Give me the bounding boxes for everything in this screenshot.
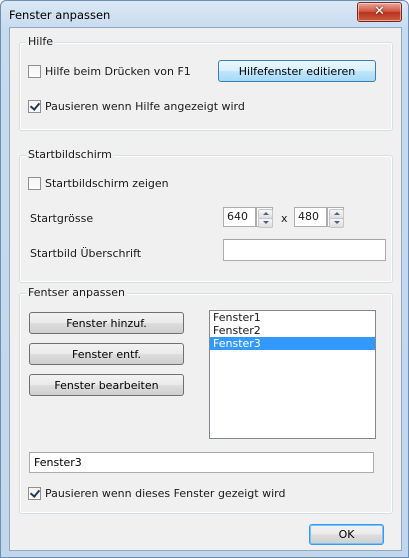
start-height-value[interactable]: 480: [294, 207, 327, 227]
edit-window-button[interactable]: Fenster bearbeiten: [29, 374, 184, 396]
startscreen-show-checkbox-row[interactable]: Startbildschirm zeigen: [28, 177, 169, 190]
window-title: Fenster anpassen: [9, 8, 111, 22]
start-size-label: Startgrösse: [30, 212, 94, 225]
startscreen-group: Startbildschirm Startbildschirm zeigen S…: [19, 148, 393, 283]
help-pause-checkbox-label[interactable]: Pausieren wenn Hilfe angezeigt wird: [45, 100, 245, 113]
windows-group-legend: Fentser anpassen: [26, 286, 127, 299]
dialog-window: Fenster anpassen ✕ Hilfe Hilfe beim Drüc…: [0, 0, 409, 558]
remove-window-button[interactable]: Fenster entf.: [29, 343, 184, 365]
edit-help-window-button[interactable]: Hilfefenster editieren: [218, 60, 376, 82]
close-icon: ✕: [374, 4, 385, 19]
add-window-button[interactable]: Fenster hinzuf.: [29, 312, 184, 334]
help-f1-checkbox[interactable]: [28, 65, 41, 78]
start-width-arrows: [256, 207, 273, 228]
window-name-input[interactable]: [29, 452, 374, 473]
windows-group: Fentser anpassen Fenster hinzuf. Fenster…: [19, 286, 393, 514]
startscreen-show-checkbox-label[interactable]: Startbildschirm zeigen: [45, 177, 169, 190]
ok-button[interactable]: OK: [309, 524, 384, 545]
start-width-spinner[interactable]: 640: [223, 207, 275, 228]
dialog-client-area: Hilfe Hilfe beim Drücken von F1 Hilfefen…: [9, 27, 402, 551]
start-width-down-icon[interactable]: [258, 218, 273, 228]
help-group: Hilfe Hilfe beim Drücken von F1 Hilfefen…: [19, 35, 393, 131]
start-height-arrows: [327, 207, 344, 228]
startscreen-group-legend: Startbildschirm: [26, 148, 114, 161]
help-group-legend: Hilfe: [26, 35, 56, 48]
window-pause-checkbox-label[interactable]: Pausieren wenn dieses Fenster gezeigt wi…: [45, 487, 285, 500]
start-height-down-icon[interactable]: [329, 218, 344, 228]
size-times-label: x: [281, 212, 288, 225]
window-list-item[interactable]: Fenster1: [210, 311, 375, 324]
start-caption-label: Startbild Überschrift: [30, 247, 142, 260]
start-height-spinner[interactable]: 480: [294, 207, 346, 228]
start-width-value[interactable]: 640: [223, 207, 256, 227]
title-bar[interactable]: Fenster anpassen ✕: [1, 1, 408, 27]
window-list-item[interactable]: Fenster2: [210, 324, 375, 337]
close-button[interactable]: ✕: [357, 2, 402, 22]
start-caption-input[interactable]: [223, 239, 386, 261]
startscreen-show-checkbox[interactable]: [28, 177, 41, 190]
help-f1-checkbox-row[interactable]: Hilfe beim Drücken von F1: [28, 65, 191, 78]
window-list-item-selected[interactable]: Fenster3: [210, 337, 375, 350]
help-pause-checkbox[interactable]: [28, 100, 41, 113]
windows-listbox[interactable]: Fenster1 Fenster2 Fenster3: [209, 310, 376, 439]
help-f1-checkbox-label[interactable]: Hilfe beim Drücken von F1: [45, 65, 191, 78]
window-pause-checkbox-row[interactable]: Pausieren wenn dieses Fenster gezeigt wi…: [28, 487, 285, 500]
help-pause-checkbox-row[interactable]: Pausieren wenn Hilfe angezeigt wird: [28, 100, 245, 113]
window-pause-checkbox[interactable]: [28, 487, 41, 500]
